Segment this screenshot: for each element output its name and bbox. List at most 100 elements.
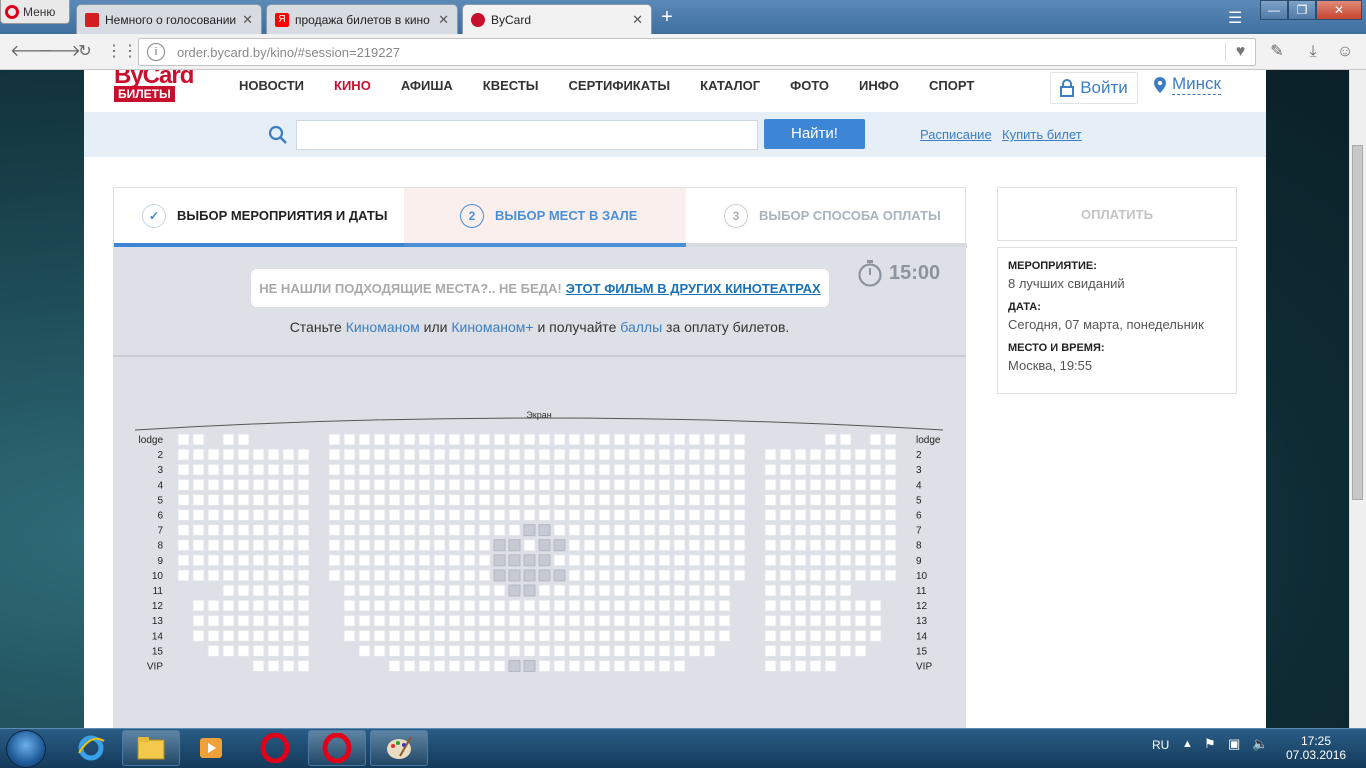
seat-available[interactable] <box>688 524 701 537</box>
seat-available[interactable] <box>809 660 822 672</box>
seat-available[interactable] <box>703 448 716 461</box>
seat-available[interactable] <box>192 478 205 491</box>
seat-available[interactable] <box>538 614 551 627</box>
seat-available[interactable] <box>478 463 491 476</box>
seat-available[interactable] <box>358 539 371 552</box>
seat-available[interactable] <box>297 554 310 567</box>
seat-available[interactable] <box>343 478 356 491</box>
seat-available[interactable] <box>252 493 265 506</box>
seat-available[interactable] <box>192 554 205 567</box>
seat-available[interactable] <box>538 599 551 612</box>
seat-available[interactable] <box>764 539 777 552</box>
seat-available[interactable] <box>403 478 416 491</box>
seat-available[interactable] <box>328 539 341 552</box>
seat-available[interactable] <box>854 614 867 627</box>
seat-available[interactable] <box>824 599 837 612</box>
seat-available[interactable] <box>282 614 295 627</box>
seat-available[interactable] <box>177 554 190 567</box>
seat-available[interactable] <box>688 569 701 582</box>
seat-available[interactable] <box>297 539 310 552</box>
seat-available[interactable] <box>553 629 566 642</box>
seat-available[interactable] <box>508 629 521 642</box>
seat-available[interactable] <box>583 463 596 476</box>
opera-taskbar-icon[interactable] <box>246 730 304 766</box>
seat-available[interactable] <box>282 584 295 597</box>
seat-available[interactable] <box>433 614 446 627</box>
kinoman-plus-link[interactable]: Киноманом+ <box>451 319 533 335</box>
seat-available[interactable] <box>538 493 551 506</box>
ie-taskbar-icon[interactable] <box>62 730 120 766</box>
seat-available[interactable] <box>328 509 341 521</box>
seat-available[interactable] <box>207 539 220 552</box>
seat-available[interactable] <box>764 644 777 657</box>
seat-available[interactable] <box>508 614 521 627</box>
seat-available[interactable] <box>358 599 371 612</box>
seat-available[interactable] <box>403 493 416 506</box>
seat-available[interactable] <box>854 493 867 506</box>
seat-available[interactable] <box>583 539 596 552</box>
seat-available[interactable] <box>403 569 416 582</box>
seat-available[interactable] <box>779 614 792 627</box>
seat-available[interactable] <box>779 463 792 476</box>
seat-available[interactable] <box>688 478 701 491</box>
seat-available[interactable] <box>794 478 807 491</box>
seat-available[interactable] <box>523 463 536 476</box>
seat-available[interactable] <box>553 509 566 521</box>
seat-available[interactable] <box>824 569 837 582</box>
back-icon[interactable]: 🡐 <box>10 41 53 63</box>
seat-available[interactable] <box>222 524 235 537</box>
seat-available[interactable] <box>568 478 581 491</box>
seat-available[interactable] <box>583 554 596 567</box>
seat-available[interactable] <box>418 524 431 537</box>
seat-available[interactable] <box>207 448 220 461</box>
seat-available[interactable] <box>718 629 731 642</box>
seat-available[interactable] <box>192 463 205 476</box>
seat-available[interactable] <box>598 660 611 672</box>
seat-available[interactable] <box>718 524 731 537</box>
seat-available[interactable] <box>824 554 837 567</box>
seat-available[interactable] <box>794 614 807 627</box>
seat-available[interactable] <box>358 478 371 491</box>
seat-available[interactable] <box>192 524 205 537</box>
seat-available[interactable] <box>538 433 551 446</box>
seat-available[interactable] <box>418 539 431 552</box>
seat-available[interactable] <box>538 448 551 461</box>
seat-available[interactable] <box>207 524 220 537</box>
seat-available[interactable] <box>703 569 716 582</box>
seat-available[interactable] <box>583 584 596 597</box>
seat-available[interactable] <box>448 629 461 642</box>
seat-available[interactable] <box>733 554 746 567</box>
seat-available[interactable] <box>658 433 671 446</box>
seat-available[interactable] <box>448 660 461 672</box>
seat-available[interactable] <box>493 448 506 461</box>
seat-available[interactable] <box>884 493 897 506</box>
snap-icon[interactable]: ✎ <box>1266 41 1288 63</box>
seat-available[interactable] <box>643 493 656 506</box>
seat-available[interactable] <box>628 539 641 552</box>
seat-available[interactable] <box>869 463 882 476</box>
seat-available[interactable] <box>839 584 852 597</box>
seat-available[interactable] <box>703 584 716 597</box>
seat-available[interactable] <box>207 554 220 567</box>
seat-available[interactable] <box>824 614 837 627</box>
seat-available[interactable] <box>688 599 701 612</box>
seat-available[interactable] <box>418 584 431 597</box>
seat-available[interactable] <box>733 448 746 461</box>
seat-available[interactable] <box>809 554 822 567</box>
seat-available[interactable] <box>568 554 581 567</box>
seat-available[interactable] <box>463 569 476 582</box>
seat-available[interactable] <box>358 629 371 642</box>
seat-available[interactable] <box>282 644 295 657</box>
nav-afisha[interactable]: АФИША <box>401 78 453 93</box>
seat-available[interactable] <box>553 660 566 672</box>
network-icon[interactable]: ▣ <box>1228 736 1240 752</box>
seat-available[interactable] <box>779 629 792 642</box>
seat-available[interactable] <box>613 433 626 446</box>
seat-available[interactable] <box>267 554 280 567</box>
seat-available[interactable] <box>297 569 310 582</box>
seat-available[interactable] <box>207 644 220 657</box>
seat-available[interactable] <box>508 524 521 537</box>
seat-available[interactable] <box>884 539 897 552</box>
seat-available[interactable] <box>628 599 641 612</box>
seat-available[interactable] <box>688 584 701 597</box>
